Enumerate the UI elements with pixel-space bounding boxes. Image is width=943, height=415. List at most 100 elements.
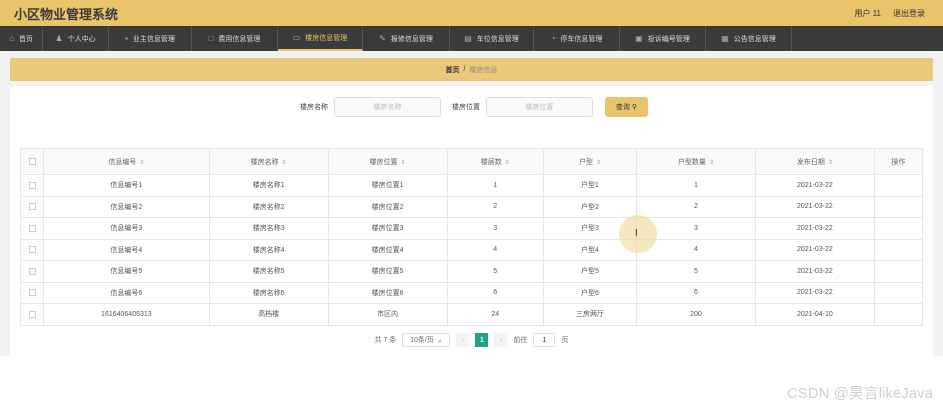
sort-icon[interactable]: ⇕ [828,160,833,166]
row-checkbox[interactable] [28,267,36,275]
row-select-cell [20,260,44,283]
parking-icon: ▤ [464,34,472,43]
table-cell: 2021-03-22 [754,217,875,240]
table-cell: 楼房名称6 [208,281,329,304]
table-cell: 高档楼 [208,303,329,326]
table-cell: 信息编号5 [43,260,210,283]
sort-icon[interactable]: ⇕ [709,160,714,166]
user-icon: ♟ [55,34,63,43]
building-name-input[interactable] [334,97,441,117]
table-cell: 2 [446,195,544,218]
table-header-row: 信息编号 ⇕ 楼房名称 ⇕ 楼房位置 ⇕ 楼层数 ⇕ 户型 ⇕ 户型数量 ⇕ 发布日期 ⇕ 操作 [20,148,924,175]
repair-icon: ✎ [379,34,386,43]
nav-item-3[interactable]: □ 费用信息管理 [192,26,278,51]
table-cell: 信息编号6 [43,281,210,304]
fee-icon: □ [208,34,214,43]
table-row: 1616406406313 高档楼 市区内 24 三房两厅 200 2021-04-10 [20,303,924,326]
table-cell: 三房两厅 [542,303,638,326]
search-icon: ⚲ [631,104,638,111]
row-checkbox[interactable] [28,246,36,254]
notice-icon: ▦ [721,34,729,43]
table-cell: 2021-03-22 [754,238,875,261]
column-header: 操作 [873,148,924,175]
nav-item-4[interactable]: ▭ 楼房信息管理 [278,26,363,51]
row-actions-cell [873,217,924,240]
nav-item-label: 首页 [18,35,33,43]
table-cell: 2021-03-22 [754,281,875,304]
sort-icon[interactable]: ⇕ [401,160,406,166]
table-cell: 6 [636,281,756,304]
nav-item-5[interactable]: ✎ 报修信息管理 [363,26,450,51]
breadcrumb: 首页 / 楼房信息 [10,58,933,81]
table-cell: 1 [446,174,544,197]
nav-item-label: 报修信息管理 [390,35,433,43]
table-cell: 户型1 [542,174,638,197]
table-cell: 楼房名称5 [208,260,329,283]
watermark: CSDN @昊言likeJava [786,385,933,402]
nav-item-2[interactable]: ▪ 业主信息管理 [109,26,192,51]
table-cell: 楼房名称3 [208,217,329,240]
text-cursor-icon: I [635,228,638,239]
row-checkbox[interactable] [28,203,36,211]
nav-item-9[interactable]: ▦ 公告信息管理 [706,26,792,51]
search-button-label: 查询 [615,104,630,111]
row-checkbox[interactable] [28,289,36,297]
column-header[interactable]: 楼房位置 ⇕ [327,148,448,175]
column-header[interactable]: 楼层数 ⇕ [446,148,544,175]
chevron-down-icon: ⌄ [436,337,443,344]
nav-item-6[interactable]: ▤ 车位信息管理 [450,26,534,51]
table-cell: 楼房位置4 [327,238,448,261]
table-row: 信息编号3 楼房名称3 楼房位置3 3 户型3 3 2021-03-22 [20,217,924,240]
column-header-label: 楼房位置 [369,158,398,166]
nav-item-0[interactable]: ⌂ 首页 [0,26,43,51]
row-checkbox[interactable] [28,224,36,232]
select-all-cell [20,148,44,175]
row-checkbox[interactable] [28,310,36,318]
building-location-label: 楼房位置 [452,104,480,111]
row-actions-cell [873,174,924,197]
select-all-checkbox[interactable] [28,157,36,165]
logout-link[interactable]: 退出登录 [893,8,925,19]
breadcrumb-separator: / [463,66,466,73]
table-cell: 楼房名称1 [208,174,329,197]
user-name[interactable]: 用户 11 [854,8,881,19]
sort-icon[interactable]: ⇕ [139,160,144,166]
goto-page-input[interactable] [533,333,556,347]
column-header[interactable]: 发布日期 ⇕ [754,148,875,175]
table-row: 信息编号5 楼房名称5 楼房位置5 5 户型5 5 2021-03-22 [20,260,924,283]
page-number-1[interactable]: 1 [475,333,489,347]
row-select-cell [20,303,44,326]
goto-label: 前往 [513,337,528,344]
sort-icon[interactable]: ⇕ [505,160,510,166]
column-header[interactable]: 户型数量 ⇕ [636,148,756,175]
breadcrumb-home[interactable]: 首页 [446,65,460,75]
nav-item-7[interactable]: ◔ 停车信息管理 [534,26,620,51]
column-header-label: 发布日期 [796,158,825,166]
cursor-highlight [619,215,657,253]
sort-icon[interactable]: ⇕ [282,160,287,166]
table-cell: 楼房位置2 [327,195,448,218]
column-header[interactable]: 楼房名称 ⇕ [208,148,329,175]
table-cell: 2021-04-10 [754,303,875,326]
table-cell: 楼房位置6 [327,281,448,304]
table-cell: 楼房名称2 [208,195,329,218]
sort-icon[interactable]: ⇕ [596,160,601,166]
table-cell: 信息编号2 [43,195,210,218]
table-cell: 2021-03-22 [754,195,875,218]
content-panel: 楼房名称 楼房位置 查询 ⚲ 信息编号⇕楼房名称⇕楼房位置⇕楼层数⇕户型⇕户型数… [10,86,933,356]
column-header-label: 信息编号 [108,158,137,166]
next-page-button[interactable]: › [494,333,508,347]
prev-page-button[interactable]: ‹ [456,333,470,347]
search-button[interactable]: 查询 ⚲ [605,97,648,117]
nav-item-8[interactable]: ▣ 投诉编号管理 [620,26,706,51]
page-size-select[interactable]: 10条/页 ⌄ [402,333,451,347]
nav-item-1[interactable]: ♟ 个人中心 [43,26,109,51]
nav-item-label: 停车信息管理 [560,35,603,43]
column-header-label: 楼层数 [480,158,502,166]
row-select-cell [20,217,44,240]
row-checkbox[interactable] [28,181,36,189]
column-header[interactable]: 信息编号 ⇕ [43,148,210,175]
column-header[interactable]: 户型 ⇕ [542,148,638,175]
building-location-input[interactable] [486,97,593,117]
table-cell: 市区内 [327,303,448,326]
